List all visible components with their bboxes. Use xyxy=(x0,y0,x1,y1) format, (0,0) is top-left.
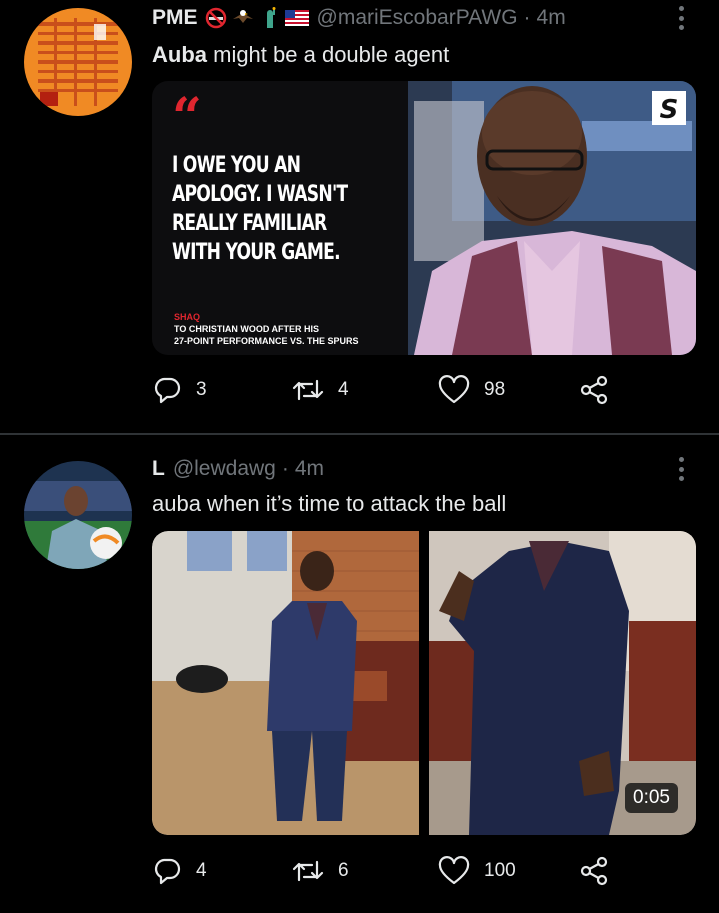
quote-line: APOLOGY. I WASN'T xyxy=(172,182,348,207)
brand-logo: S xyxy=(660,95,679,125)
like-button[interactable]: 100 xyxy=(438,856,516,886)
video-duration: 0:05 xyxy=(625,783,678,813)
tweet-text: Auba might be a double agent xyxy=(152,42,449,68)
quote-mark-icon: “ xyxy=(172,87,202,148)
photo-graphic xyxy=(152,531,419,835)
reply-icon xyxy=(154,377,181,404)
reply-button[interactable]: 3 xyxy=(152,375,207,405)
separator-dot: · xyxy=(523,6,531,29)
like-icon xyxy=(438,856,470,885)
tweet-text: auba when it’s time to attack the ball xyxy=(152,491,506,517)
tweet-media-gallery: 0:05 xyxy=(152,531,696,835)
display-name[interactable]: PME xyxy=(152,6,198,30)
reply-count: 3 xyxy=(196,379,207,400)
reply-icon xyxy=(154,858,181,885)
like-button[interactable]: 98 xyxy=(438,375,505,405)
more-icon[interactable] xyxy=(671,457,691,481)
tweet-media-image[interactable]: S “ I OWE YOU AN APOLOGY. I WASN'T REALL… xyxy=(152,81,696,355)
retweet-button[interactable]: 6 xyxy=(292,856,349,886)
quote-caption: SHAQ TO CHRISTIAN WOOD AFTER HIS 27-POIN… xyxy=(174,311,359,347)
caption-line: 27-POINT PERFORMANCE VS. THE SPURS xyxy=(174,336,359,346)
tweet[interactable]: PME @mariEscobarPAWG · 4m Auba might be … xyxy=(0,0,719,433)
user-handle[interactable]: @mariEscobarPAWG xyxy=(317,6,518,30)
share-button[interactable] xyxy=(578,375,610,405)
media-video[interactable]: 0:05 xyxy=(429,531,696,835)
caption-line: TO CHRISTIAN WOOD AFTER HIS xyxy=(174,324,319,334)
eagle-icon xyxy=(232,10,253,23)
tweet-timestamp[interactable]: 4m xyxy=(295,457,324,481)
like-icon xyxy=(438,375,470,404)
tweet-text-bold: Auba xyxy=(152,42,207,67)
tweet-header: L @lewdawg · 4m xyxy=(152,457,324,481)
more-icon[interactable] xyxy=(671,6,691,30)
display-name[interactable]: L xyxy=(152,457,165,481)
tweet[interactable]: L @lewdawg · 4m auba when it’s time to a… xyxy=(0,435,719,913)
avatar-image xyxy=(24,461,132,569)
share-icon xyxy=(580,375,608,405)
share-icon xyxy=(580,856,608,886)
media-photo[interactable] xyxy=(152,531,419,835)
like-count: 100 xyxy=(484,860,516,881)
retweet-icon xyxy=(292,860,324,882)
quote-line: WITH YOUR GAME. xyxy=(172,240,341,265)
quote-speaker: SHAQ xyxy=(174,312,201,322)
tweet-actions: 3 4 98 xyxy=(152,375,622,411)
no-smoking-icon xyxy=(205,7,226,29)
name-emojis xyxy=(204,7,309,29)
quote-line: REALLY FAMILIAR xyxy=(172,211,327,236)
tweet-header: PME @mariEscobarPAWG · 4m xyxy=(152,6,566,30)
tweet-text-rest: might be a double agent xyxy=(207,42,450,67)
retweet-icon xyxy=(292,379,324,401)
quote-block: I OWE YOU AN APOLOGY. I WASN'T REALLY FA… xyxy=(172,151,397,267)
avatar[interactable] xyxy=(24,461,132,569)
like-count: 98 xyxy=(484,379,506,400)
quote-line: I OWE YOU AN xyxy=(172,153,301,178)
tweet-timestamp[interactable]: 4m xyxy=(537,6,566,30)
statue-of-liberty-icon xyxy=(266,7,276,28)
avatar[interactable] xyxy=(24,8,132,116)
retweet-count: 6 xyxy=(338,860,349,881)
us-flag-icon xyxy=(284,10,309,26)
retweet-button[interactable]: 4 xyxy=(292,375,349,405)
user-handle[interactable]: @lewdawg xyxy=(173,457,276,481)
retweet-count: 4 xyxy=(338,379,349,400)
reply-count: 4 xyxy=(196,860,207,881)
share-button[interactable] xyxy=(578,856,610,886)
tweet-actions: 4 6 100 xyxy=(152,856,622,892)
separator-dot: · xyxy=(281,457,289,480)
tweet-text-rest: auba when it’s time to attack the ball xyxy=(152,491,507,516)
avatar-image xyxy=(24,8,132,116)
reply-button[interactable]: 4 xyxy=(152,856,207,886)
